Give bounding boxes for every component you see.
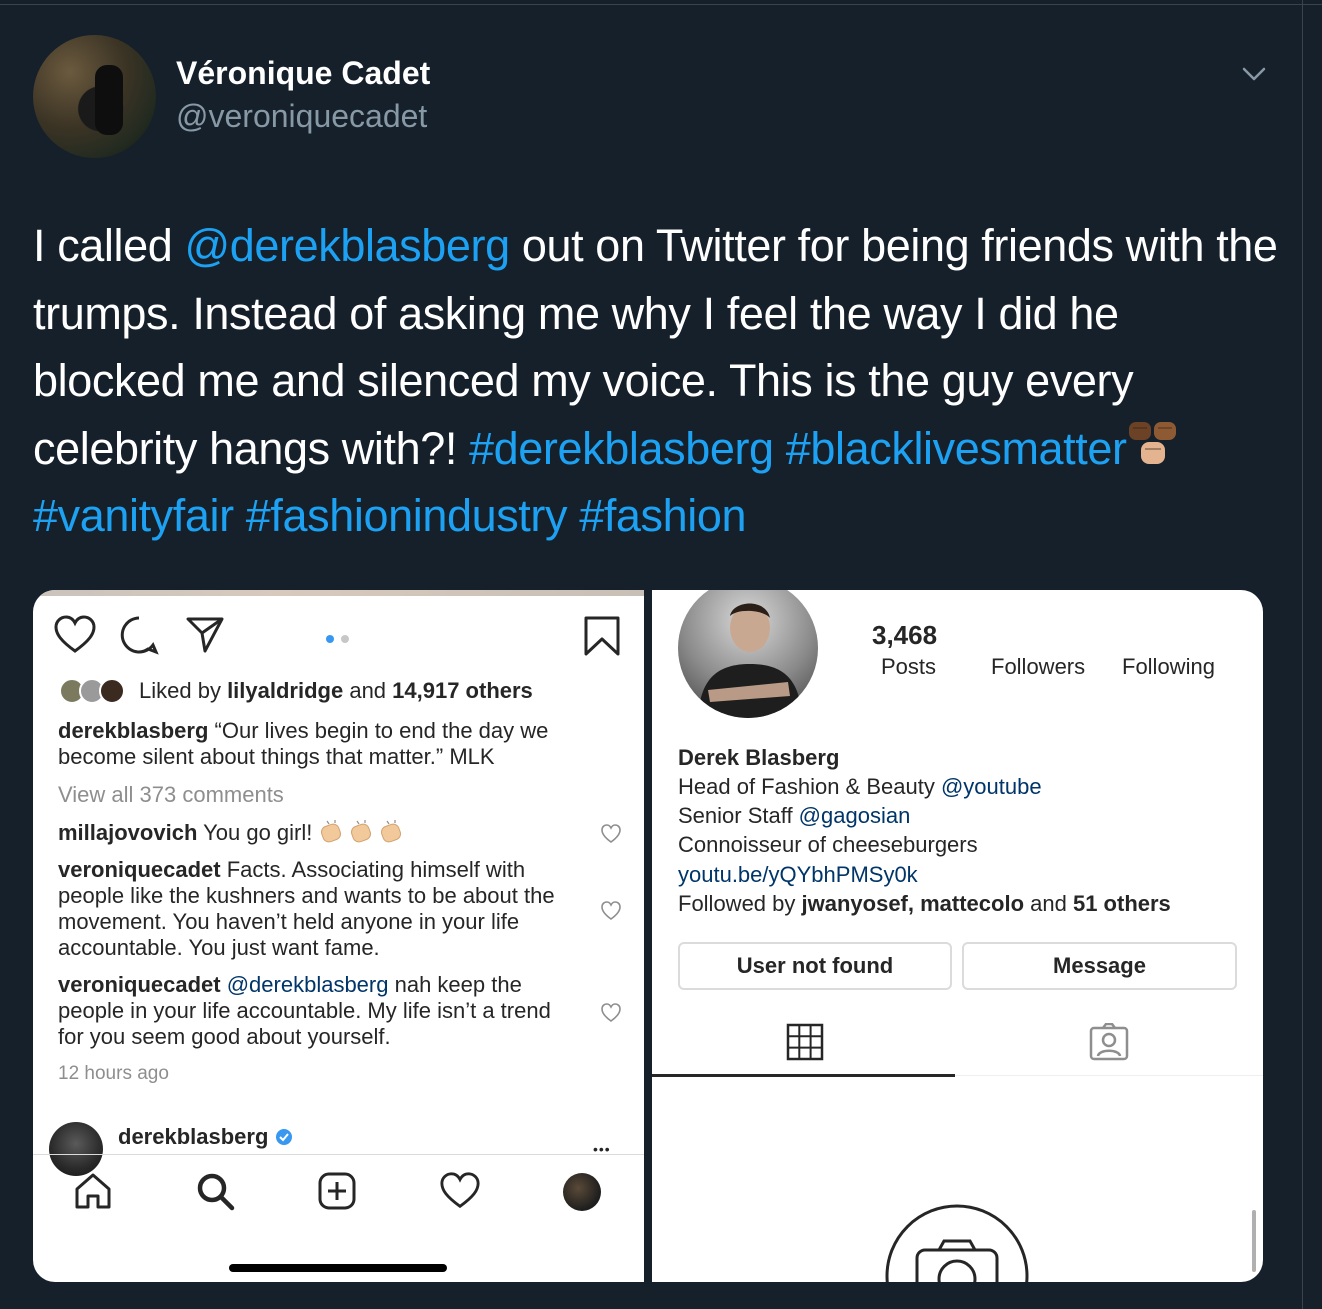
next-post-username[interactable]: derekblasberg — [118, 1124, 268, 1149]
bio-line: Head of Fashion & Beauty @youtube — [678, 774, 1042, 800]
bio-text: Senior Staff — [678, 803, 799, 828]
raised-fists-emoji — [1127, 418, 1181, 472]
message-button[interactable]: Message — [962, 942, 1237, 990]
bottom-nav-divider — [33, 1154, 644, 1155]
tab-divider — [955, 1075, 1263, 1076]
home-icon[interactable] — [73, 1171, 113, 1211]
camera-circle-icon — [885, 1204, 1029, 1282]
comment-text: You go girl! — [197, 820, 313, 845]
next-post-avatar[interactable] — [49, 1122, 103, 1176]
bio-mention[interactable]: @youtube — [941, 774, 1042, 799]
top-divider — [0, 4, 1322, 5]
more-options-icon[interactable]: ••• — [593, 1136, 611, 1162]
followed-users: jwanyosef, mattecolo — [801, 891, 1025, 916]
search-icon[interactable] — [195, 1171, 235, 1211]
heart-icon[interactable] — [53, 615, 97, 655]
posts-count: 3,468 — [872, 620, 938, 650]
view-all-comments[interactable]: View all 373 comments — [58, 782, 284, 808]
bio-line: Senior Staff @gagosian — [678, 803, 910, 829]
post-timestamp: 12 hours ago — [58, 1063, 169, 1084]
profile-avatar[interactable] — [678, 590, 818, 718]
instagram-profile-screenshot[interactable]: 3,468 Posts Followers Following Derek Bl… — [652, 590, 1263, 1282]
followed-by-line[interactable]: Followed by jwanyosef, mattecolo and 51 … — [678, 891, 1171, 917]
comment-user[interactable]: millajovovich — [58, 820, 197, 845]
bio-line: Connoisseur of cheeseburgers — [678, 832, 978, 857]
liked-by-count[interactable]: 14,917 others — [392, 678, 533, 703]
comment: veroniquecadet @derekblasberg nah keep t… — [58, 972, 578, 1050]
followed-and: and — [1024, 891, 1073, 916]
comment-icon[interactable] — [119, 615, 159, 655]
grid-view-icon[interactable] — [786, 1023, 824, 1061]
liked-by-and: and — [343, 678, 393, 703]
author-name[interactable]: Véronique Cadet — [176, 55, 430, 92]
next-post-user[interactable]: derekblasberg — [118, 1124, 293, 1150]
followers-label[interactable]: Followers — [991, 654, 1085, 680]
comment-user[interactable]: veroniquecadet — [58, 857, 221, 882]
tagged-photos-icon[interactable] — [1089, 1023, 1129, 1061]
caption-user[interactable]: derekblasberg — [58, 718, 208, 743]
comment: millajovovich You go girl! — [58, 819, 578, 849]
profile-full-name: Derek Blasberg — [678, 745, 840, 770]
followed-others: 51 others — [1072, 891, 1171, 916]
scrollbar[interactable] — [1252, 1210, 1256, 1272]
comment-heart-icon[interactable] — [600, 900, 622, 922]
following-label[interactable]: Following — [1122, 654, 1215, 680]
chevron-down-icon[interactable] — [1240, 60, 1268, 88]
tweet-text: I called @derekblasberg out on Twitter f… — [33, 212, 1283, 550]
comment-mention[interactable]: @derekblasberg — [221, 972, 389, 997]
liker-avatars — [59, 678, 131, 704]
photo-edge — [33, 590, 644, 596]
new-post-icon[interactable] — [317, 1171, 357, 1211]
liked-by-prefix: Liked by — [139, 678, 228, 703]
liked-by-user[interactable]: lilyaldridge — [227, 678, 343, 703]
activity-heart-icon[interactable] — [439, 1171, 481, 1211]
comment-heart-icon[interactable] — [600, 823, 622, 845]
verified-badge-icon — [275, 1129, 292, 1145]
instagram-post-screenshot[interactable]: Liked by lilyaldridge and 14,917 others … — [33, 590, 644, 1282]
send-icon[interactable] — [185, 615, 225, 655]
caption: derekblasberg “Our lives begin to end th… — [58, 718, 608, 770]
bio-text: Head of Fashion & Beauty — [678, 774, 941, 799]
bio-link[interactable]: youtu.be/yQYbhPMSy0k — [678, 862, 918, 888]
clapping-hands-emoji — [319, 819, 409, 849]
user-not-found-button[interactable]: User not found — [678, 942, 952, 990]
liked-by-line: Liked by lilyaldridge and 14,917 others — [139, 678, 533, 704]
right-divider — [1302, 0, 1303, 1309]
bookmark-icon[interactable] — [583, 615, 621, 657]
comment: veroniquecadet Facts. Associating himsel… — [58, 857, 578, 961]
author-avatar[interactable] — [33, 35, 156, 158]
followed-prefix: Followed by — [678, 891, 802, 916]
bio-mention[interactable]: @gagosian — [799, 803, 911, 828]
carousel-dots — [326, 630, 350, 648]
comment-heart-icon[interactable] — [600, 1002, 622, 1024]
tweet-text-part: I called — [33, 220, 185, 271]
hashtags-line[interactable]: #derekblasberg #blacklivesmatter — [469, 423, 1127, 474]
posts-label[interactable]: Posts — [881, 654, 936, 680]
author-handle[interactable]: @veroniquecadet — [176, 98, 427, 135]
profile-tab-avatar[interactable] — [563, 1173, 601, 1211]
hashtags-line[interactable]: #vanityfair #fashionindustry #fashion — [33, 490, 747, 541]
comment-user[interactable]: veroniquecadet — [58, 972, 221, 997]
mention-link[interactable]: @derekblasberg — [184, 220, 510, 271]
home-indicator — [229, 1264, 447, 1272]
tab-underline — [652, 1074, 955, 1077]
